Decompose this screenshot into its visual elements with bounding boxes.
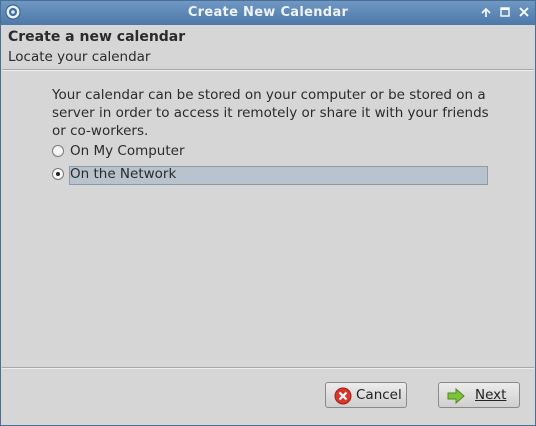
create-calendar-dialog: Create New Calendar Create a new calenda… — [0, 0, 536, 426]
option-label: On My Computer — [70, 143, 185, 159]
roll-up-icon[interactable] — [479, 5, 493, 19]
close-icon[interactable] — [517, 5, 531, 19]
maximize-icon[interactable] — [498, 5, 512, 19]
wizard-subtitle: Locate your calendar — [8, 49, 151, 65]
wizard-header: Create a new calendar Locate your calend… — [1, 25, 535, 69]
radio-selected-dot — [56, 172, 60, 176]
wizard-content: Your calendar can be stored on your comp… — [52, 86, 492, 140]
cancel-button[interactable]: Cancel — [325, 382, 407, 408]
description-text: Your calendar can be stored on your comp… — [52, 87, 489, 139]
header-divider — [2, 69, 534, 71]
radio-on-the-network[interactable] — [52, 168, 64, 180]
title-bar[interactable]: Create New Calendar — [1, 1, 535, 25]
next-label: Next — [475, 387, 507, 403]
window-title: Create New Calendar — [187, 5, 349, 20]
cancel-icon — [334, 387, 352, 405]
footer-divider — [2, 367, 534, 369]
cancel-label: Cancel — [356, 387, 402, 403]
option-label: On the Network — [70, 166, 177, 182]
radio-on-my-computer[interactable] — [52, 145, 64, 157]
next-button[interactable]: Next — [438, 382, 520, 408]
wizard-title: Create a new calendar — [8, 29, 186, 45]
arrow-right-icon — [447, 387, 465, 405]
